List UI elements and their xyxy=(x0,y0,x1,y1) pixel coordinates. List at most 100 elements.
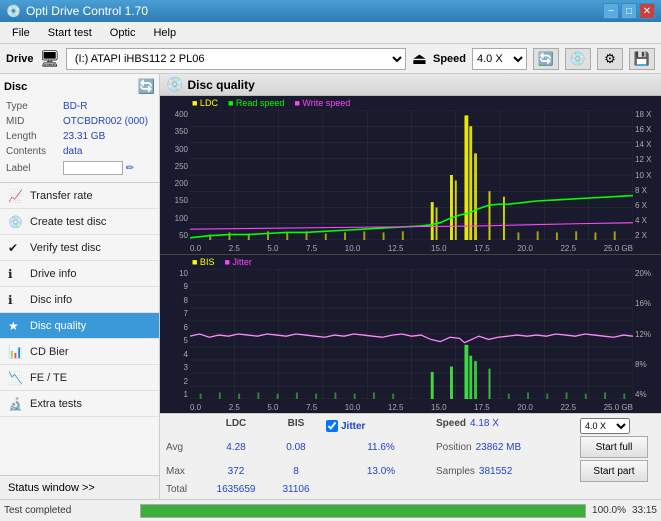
start-part-button[interactable]: Start part xyxy=(580,460,648,482)
disc-quality-header: 💿 Disc quality xyxy=(160,74,661,96)
avg-bis: 0.08 xyxy=(266,442,326,453)
title-bar: 💿 Opti Drive Control 1.70 − □ ✕ xyxy=(0,0,661,22)
sidebar-item-extra-tests[interactable]: 🔬 Extra tests xyxy=(0,391,159,417)
chart2-y-axis-left: 10 9 8 7 6 5 4 3 2 1 xyxy=(160,269,190,399)
legend-ldc: ■ LDC xyxy=(192,98,218,108)
sidebar-item-transfer-rate-label: Transfer rate xyxy=(30,190,93,202)
create-test-disc-icon: 💿 xyxy=(8,215,26,229)
chart2-legend: ■ BIS ■ Jitter xyxy=(192,257,252,267)
extra-tests-icon: 🔬 xyxy=(8,397,26,411)
sidebar-item-fe-te-label: FE / TE xyxy=(30,372,67,384)
save-button[interactable]: 💾 xyxy=(629,48,655,70)
sidebar-item-disc-quality-label: Disc quality xyxy=(30,320,86,332)
position-row: Position 23862 MB xyxy=(436,442,580,453)
menu-file[interactable]: File xyxy=(4,25,38,41)
close-button[interactable]: ✕ xyxy=(639,3,655,19)
disc-info-icon: ℹ xyxy=(8,293,26,307)
samples-row: Samples 381552 xyxy=(436,466,580,477)
progress-bar xyxy=(140,504,586,518)
disc-section-title: Disc xyxy=(4,81,27,93)
speed-select-area: 4.0 X xyxy=(580,418,655,434)
legend-jitter: ■ Jitter xyxy=(224,257,251,267)
menu-bar: File Start test Optic Help xyxy=(0,22,661,44)
sidebar-item-verify-test-disc-label: Verify test disc xyxy=(30,242,101,254)
disc-quality-icon: ★ xyxy=(8,319,26,333)
disc-panel: Disc 🔄 Type BD-R MID OTCBDR002 (000) Len… xyxy=(0,74,159,183)
disc-length-row: Length 23.31 GB xyxy=(6,130,153,143)
sidebar-item-create-test-disc-label: Create test disc xyxy=(30,216,106,228)
sidebar-item-cd-bier[interactable]: 📊 CD Bier xyxy=(0,339,159,365)
chart2-x-axis: 0.02.55.07.510.012.515.017.520.022.525.0… xyxy=(190,403,633,412)
chart2-y-axis-right: 20% 16% 12% 8% 4% xyxy=(633,269,661,399)
sidebar-item-fe-te[interactable]: 📉 FE / TE xyxy=(0,365,159,391)
max-label: Max xyxy=(166,466,206,477)
chart1-plot xyxy=(190,110,633,240)
total-ldc: 1635659 xyxy=(206,484,266,495)
settings-button[interactable]: ⚙ xyxy=(597,48,623,70)
avg-row: Avg 4.28 0.08 11.6% Position 23862 MB St… xyxy=(166,436,655,458)
jitter-header: Jitter xyxy=(341,421,365,432)
status-window-button[interactable]: Status window >> xyxy=(0,475,159,499)
sidebar-item-verify-test-disc[interactable]: ✔ Verify test disc xyxy=(0,235,159,261)
legend-write-speed: ■ Write speed xyxy=(294,98,350,108)
sidebar-item-drive-info-label: Drive info xyxy=(30,268,76,280)
speed-label: Speed xyxy=(433,53,466,65)
disc-length-label: Length xyxy=(6,130,61,143)
disc-mid-label: MID xyxy=(6,115,61,128)
sidebar-item-disc-quality[interactable]: ★ Disc quality xyxy=(0,313,159,339)
jitter-header-row: Jitter xyxy=(326,418,436,434)
disc-type-label: Type xyxy=(6,100,61,113)
status-window-label: Status window >> xyxy=(8,482,95,494)
jitter-checkbox[interactable] xyxy=(326,420,338,432)
stats-header-row: LDC BIS Jitter Speed 4.18 X 4.0 X xyxy=(166,418,655,434)
speed-dropdown[interactable]: 4.0 X xyxy=(580,418,630,434)
menu-start-test[interactable]: Start test xyxy=(40,25,100,41)
samples-label: Samples xyxy=(436,466,475,477)
disc-type-row: Type BD-R xyxy=(6,100,153,113)
chart1-y-axis-left: 400 350 300 250 200 150 100 50 xyxy=(160,110,190,240)
disc-contents-value: data xyxy=(63,145,153,158)
disc-button[interactable]: 💿 xyxy=(565,48,591,70)
progress-bar-fill xyxy=(141,505,585,517)
drive-select[interactable]: (I:) ATAPI iHBS112 2 PL06 xyxy=(66,48,406,70)
disc-info-table: Type BD-R MID OTCBDR002 (000) Length 23.… xyxy=(4,98,155,178)
legend-read-speed: ■ Read speed xyxy=(228,98,284,108)
menu-help[interactable]: Help xyxy=(145,25,184,41)
sidebar-item-disc-info-label: Disc info xyxy=(30,294,72,306)
nav-list: 📈 Transfer rate 💿 Create test disc ✔ Ver… xyxy=(0,183,159,475)
speed-header: Speed xyxy=(436,418,466,434)
legend-bis: ■ BIS xyxy=(192,257,214,267)
total-bis: 31106 xyxy=(266,484,326,495)
drive-label: Drive xyxy=(6,53,34,65)
pos-value: 23862 MB xyxy=(476,442,522,453)
chart2-container: ■ BIS ■ Jitter 10 9 8 7 6 5 4 3 2 1 xyxy=(160,255,661,413)
max-jitter: 13.0% xyxy=(326,466,436,477)
disc-label-edit-icon[interactable]: ✏ xyxy=(126,163,134,174)
sidebar-item-drive-info[interactable]: ℹ Drive info xyxy=(0,261,159,287)
chart1-container: ■ LDC ■ Read speed ■ Write speed 400 350… xyxy=(160,96,661,255)
refresh-button[interactable]: 🔄 xyxy=(533,48,559,70)
menu-optic[interactable]: Optic xyxy=(102,25,144,41)
main-layout: Disc 🔄 Type BD-R MID OTCBDR002 (000) Len… xyxy=(0,74,661,499)
sidebar-item-transfer-rate[interactable]: 📈 Transfer rate xyxy=(0,183,159,209)
speed-select[interactable]: 4.0 X xyxy=(472,48,527,70)
max-ldc: 372 xyxy=(206,466,266,477)
sidebar-item-extra-tests-label: Extra tests xyxy=(30,398,82,410)
maximize-button[interactable]: □ xyxy=(621,3,637,19)
disc-quality-header-icon: 💿 xyxy=(166,76,183,93)
transfer-rate-icon: 📈 xyxy=(8,189,26,203)
app-icon: 💿 xyxy=(6,4,21,18)
drive-info-icon: ℹ xyxy=(8,267,26,281)
sidebar-item-disc-info[interactable]: ℹ Disc info xyxy=(0,287,159,313)
time-display: 33:15 xyxy=(632,505,657,516)
minimize-button[interactable]: − xyxy=(603,3,619,19)
start-full-button[interactable]: Start full xyxy=(580,436,648,458)
disc-label-input[interactable] xyxy=(63,161,123,175)
sidebar-item-create-test-disc[interactable]: 💿 Create test disc xyxy=(0,209,159,235)
disc-refresh-icon[interactable]: 🔄 xyxy=(138,78,155,95)
eject-icon[interactable]: ⏏ xyxy=(412,49,427,69)
max-row: Max 372 8 13.0% Samples 381552 Start par… xyxy=(166,460,655,482)
fe-te-icon: 📉 xyxy=(8,371,26,385)
pos-label: Position xyxy=(436,442,472,453)
verify-test-disc-icon: ✔ xyxy=(8,241,26,255)
